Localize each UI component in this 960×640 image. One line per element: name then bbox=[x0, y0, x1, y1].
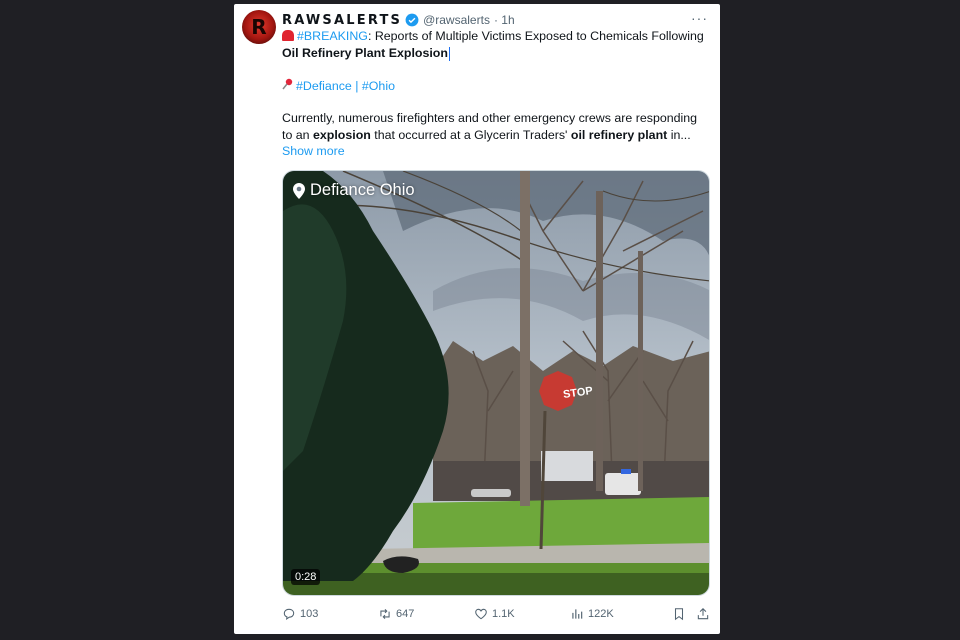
repost-count: 647 bbox=[396, 608, 415, 620]
share-icon[interactable] bbox=[696, 607, 710, 621]
show-more-link[interactable]: Show more bbox=[282, 144, 345, 158]
views-button[interactable]: 122K bbox=[570, 607, 670, 621]
hashtag-breaking[interactable]: #BREAKING bbox=[297, 29, 368, 43]
tweet-card: R RAWSALERTS @rawsalerts · 1h ··· #BREAK… bbox=[234, 4, 720, 634]
bookmark-icon[interactable] bbox=[672, 607, 686, 621]
video-frame bbox=[283, 171, 709, 595]
like-button[interactable]: 1.1K bbox=[474, 607, 570, 621]
tweet-body: Currently, numerous firefighters and oth… bbox=[282, 111, 698, 142]
more-icon[interactable]: ··· bbox=[691, 10, 708, 26]
reply-button[interactable]: 103 bbox=[282, 607, 378, 621]
hashtag-defiance[interactable]: #Defiance bbox=[296, 79, 352, 93]
handle[interactable]: @rawsalerts bbox=[423, 13, 490, 27]
share-actions bbox=[672, 607, 710, 621]
action-bar: 103 647 1.1K 122K bbox=[282, 604, 710, 624]
avatar[interactable]: R bbox=[242, 10, 276, 44]
tweet-headline: #BREAKING: Reports of Multiple Victims E… bbox=[282, 29, 704, 61]
text-cursor bbox=[448, 46, 450, 61]
views-icon bbox=[572, 609, 583, 619]
reply-icon bbox=[283, 608, 295, 621]
timestamp[interactable]: · 1h bbox=[494, 13, 515, 27]
hashtags: #Defiance | #Ohio bbox=[282, 78, 710, 95]
video-location-overlay: Defiance Ohio bbox=[293, 181, 415, 200]
hashtag-ohio[interactable]: #Ohio bbox=[362, 79, 395, 93]
display-name[interactable]: RAWSALERTS bbox=[282, 13, 402, 28]
reply-count: 103 bbox=[300, 608, 319, 620]
tweet-header: RAWSALERTS @rawsalerts · 1h bbox=[282, 11, 515, 29]
video-player[interactable]: Defiance Ohio STOP 0:28 bbox=[282, 170, 710, 596]
like-icon bbox=[475, 608, 487, 620]
repost-icon bbox=[380, 608, 390, 620]
pushpin-icon bbox=[282, 78, 296, 95]
location-label: Defiance Ohio bbox=[310, 181, 415, 199]
repost-button[interactable]: 647 bbox=[378, 607, 474, 621]
video-duration: 0:28 bbox=[291, 569, 321, 585]
like-count: 1.1K bbox=[492, 608, 515, 620]
location-pin-icon bbox=[293, 182, 305, 199]
view-count: 122K bbox=[588, 608, 614, 620]
alarm-light-icon bbox=[282, 30, 294, 41]
verified-badge-icon bbox=[405, 13, 419, 27]
